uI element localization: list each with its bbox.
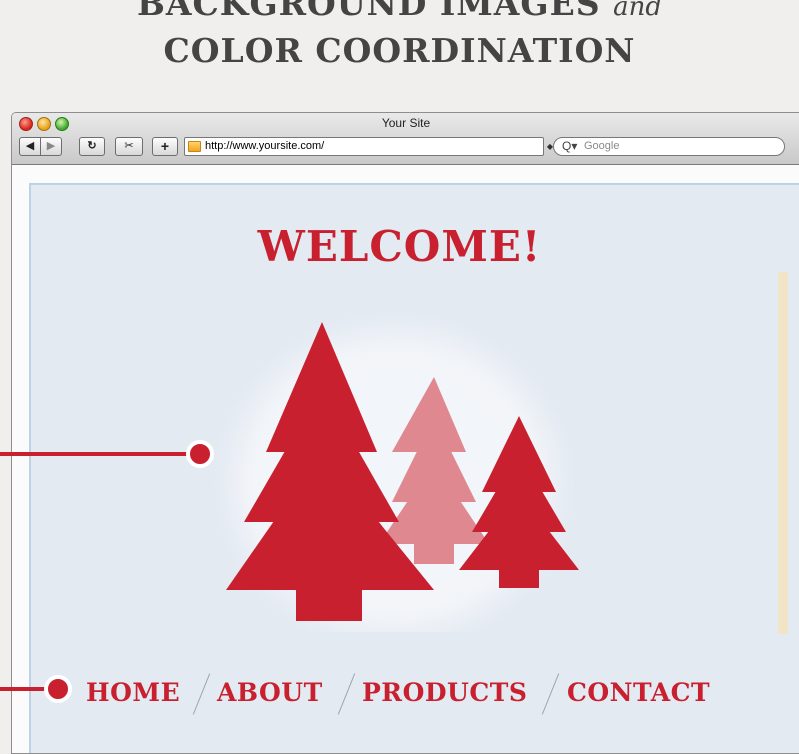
address-bar[interactable]: http://www.yoursite.com/ — [184, 137, 544, 156]
add-tab-icon: + — [160, 138, 170, 154]
poster-heading-line2: COLOR COORDINATION — [163, 31, 636, 70]
window-title: Your Site — [381, 116, 431, 130]
poster-heading-line1: BACKGROUND IMAGES — [137, 0, 601, 23]
callout-dot-nav — [44, 675, 72, 703]
search-icon: Q▾ — [562, 139, 578, 153]
poster-heading: BACKGROUND IMAGES and COLOR COORDINATION — [0, 0, 799, 73]
nav-home[interactable]: HOME — [86, 678, 180, 707]
folder-icon — [188, 141, 201, 152]
forward-arrow-icon: ▶ — [46, 140, 56, 152]
poster-heading-italic: and — [613, 0, 662, 22]
reload-icon: ↻ — [87, 140, 97, 152]
address-text: http://www.yoursite.com/ — [205, 140, 325, 152]
callout-dot-background — [186, 440, 214, 468]
welcome-heading: WELCOME! — [257, 222, 542, 271]
snip-icon: ✂ — [124, 140, 134, 152]
back-button[interactable]: ◀ — [19, 137, 41, 156]
tree-illustration — [226, 322, 579, 632]
reload-button[interactable]: ↻ — [79, 137, 105, 156]
nav-products[interactable]: PRODUCTS — [362, 678, 527, 707]
callout-line-nav — [0, 687, 50, 691]
search-placeholder: Google — [584, 140, 620, 152]
nav-about[interactable]: ABOUT — [217, 678, 323, 707]
browser-toolbar: Your Site ◀ ▶ ↻ ✂ + http://www.yoursite.… — [12, 113, 799, 165]
forward-button[interactable]: ▶ — [40, 137, 62, 156]
snip-button[interactable]: ✂ — [115, 137, 143, 156]
search-input[interactable]: Q▾ Google — [553, 137, 785, 156]
back-arrow-icon: ◀ — [25, 140, 35, 152]
side-strip — [778, 272, 788, 634]
nav-contact[interactable]: CONTACT — [567, 678, 710, 707]
callout-line-background — [0, 452, 190, 456]
add-tab-button[interactable]: + — [152, 137, 178, 156]
